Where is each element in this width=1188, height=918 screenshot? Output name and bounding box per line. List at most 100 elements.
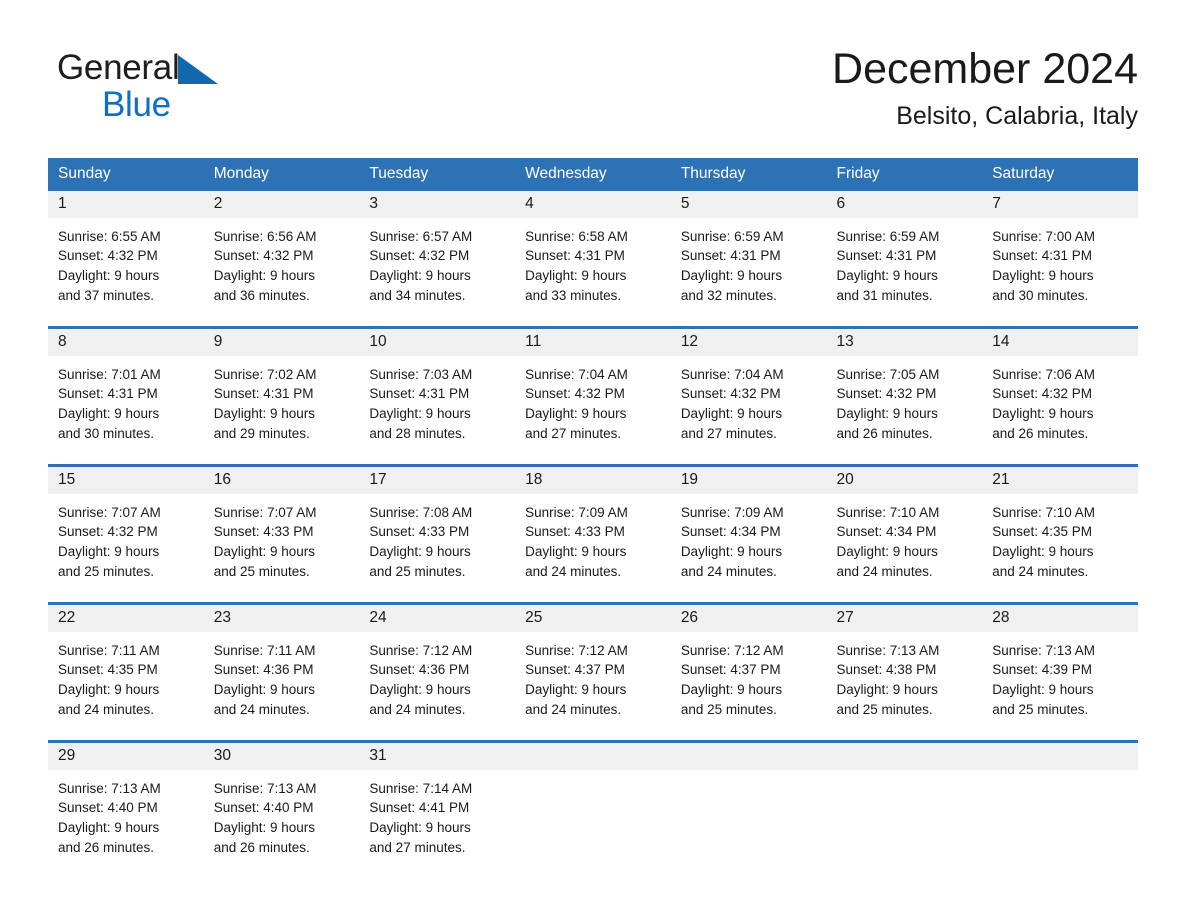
- calendar-day-cell[interactable]: 15 Sunrise: 7:07 AM Sunset: 4:32 PM Dayligh…: [48, 463, 204, 603]
- calendar-day-cell[interactable]: 8 Sunrise: 7:01 AM Sunset: 4:31 PM Daylight…: [48, 325, 204, 465]
- daylight-text-line1: Daylight: 9 hours: [58, 544, 160, 560]
- sunset-text: Sunset: 4:32 PM: [992, 386, 1093, 402]
- sunrise-text: Sunrise: 7:10 AM: [992, 504, 1096, 520]
- calendar-header: Sunday Monday Tuesday Wednesday Thursday…: [48, 158, 1138, 191]
- day-details: Sunrise: 6:57 AM Sunset: 4:32 PM Daylight:…: [359, 218, 515, 306]
- day-number: 12: [670, 328, 827, 356]
- general-blue-logo: General Blue: [57, 50, 219, 122]
- daylight-text-line2: and 25 minutes.: [992, 701, 1089, 717]
- calendar-day-cell[interactable]: 19 Sunrise: 7:09 AM Sunset: 4:34 PM Dayligh…: [670, 463, 827, 603]
- sunset-text: Sunset: 4:37 PM: [525, 662, 625, 678]
- day-details: Sunrise: 7:13 AM Sunset: 4:40 PM Daylight:…: [48, 770, 204, 858]
- calendar-day-cell[interactable]: 29 Sunrise: 7:13 AM Sunset: 4:40 PM Dayligh…: [48, 739, 204, 878]
- day-number: 8: [48, 328, 204, 356]
- daylight-text-line2: and 24 minutes.: [369, 701, 466, 717]
- calendar-day-cell[interactable]: 4 Sunrise: 6:58 AM Sunset: 4:31 PM Daylight…: [515, 190, 671, 328]
- calendar-day-cell[interactable]: 11 Sunrise: 7:04 AM Sunset: 4:32 PM Dayligh…: [515, 325, 671, 465]
- calendar-day-cell-empty: [670, 739, 827, 878]
- daylight-text-line1: Daylight: 9 hours: [680, 268, 783, 284]
- daylight-text-line2: and 24 minutes.: [58, 701, 155, 717]
- calendar-week-row: 8 Sunrise: 7:01 AM Sunset: 4:31 PM Daylight…: [48, 325, 1138, 465]
- daylight-text-line2: and 34 minutes.: [369, 287, 466, 303]
- day-number: 19: [670, 466, 827, 494]
- page-title: December 2024: [832, 45, 1138, 93]
- sunset-text: Sunset: 4:32 PM: [680, 386, 781, 402]
- daylight-text-line2: and 26 minutes.: [836, 425, 933, 441]
- day-number: 23: [203, 604, 360, 632]
- calendar-day-cell[interactable]: 28 Sunrise: 7:13 AM Sunset: 4:39 PM Dayligh…: [982, 601, 1138, 741]
- day-details: [982, 770, 1138, 779]
- sunrise-text: Sunrise: 7:12 AM: [525, 642, 628, 658]
- calendar-day-cell[interactable]: 24 Sunrise: 7:12 AM Sunset: 4:36 PM Dayligh…: [359, 601, 516, 741]
- day-details: Sunrise: 7:07 AM Sunset: 4:33 PM Daylight:…: [204, 494, 360, 582]
- day-details: Sunrise: 7:01 AM Sunset: 4:31 PM Daylight:…: [48, 356, 204, 444]
- daylight-text-line2: and 31 minutes.: [836, 287, 933, 303]
- calendar-day-cell[interactable]: 12 Sunrise: 7:04 AM Sunset: 4:32 PM Dayligh…: [670, 325, 827, 465]
- calendar-day-cell[interactable]: 17 Sunrise: 7:08 AM Sunset: 4:33 PM Dayligh…: [359, 463, 516, 603]
- calendar-day-cell[interactable]: 18 Sunrise: 7:09 AM Sunset: 4:33 PM Dayligh…: [515, 463, 671, 603]
- day-details: Sunrise: 7:10 AM Sunset: 4:34 PM Daylight:…: [827, 494, 983, 582]
- daylight-text-line1: Daylight: 9 hours: [369, 406, 471, 422]
- calendar-day-cell[interactable]: 7 Sunrise: 7:00 AM Sunset: 4:31 PM Daylight…: [982, 190, 1138, 328]
- day-number: [515, 742, 671, 770]
- daylight-text-line2: and 25 minutes.: [836, 701, 933, 717]
- daylight-text-line1: Daylight: 9 hours: [369, 268, 471, 284]
- day-number: 26: [670, 604, 827, 632]
- day-number: 4: [515, 190, 671, 218]
- calendar-day-cell[interactable]: 2 Sunrise: 6:56 AM Sunset: 4:32 PM Daylight…: [203, 190, 360, 328]
- calendar-day-cell-empty: [982, 739, 1138, 878]
- day-details: Sunrise: 6:56 AM Sunset: 4:32 PM Daylight:…: [204, 218, 360, 306]
- daylight-text-line2: and 25 minutes.: [680, 701, 777, 717]
- calendar-day-cell[interactable]: 22 Sunrise: 7:11 AM Sunset: 4:35 PM Dayligh…: [48, 601, 204, 741]
- sunset-text: Sunset: 4:39 PM: [992, 662, 1093, 678]
- daylight-text-line2: and 24 minutes.: [836, 563, 933, 579]
- daylight-text-line2: and 24 minutes.: [525, 701, 622, 717]
- daylight-text-line2: and 24 minutes.: [213, 701, 310, 717]
- calendar-day-cell[interactable]: 3 Sunrise: 6:57 AM Sunset: 4:32 PM Daylight…: [359, 190, 516, 328]
- day-details: [671, 770, 827, 779]
- day-number: 3: [359, 190, 516, 218]
- calendar-day-cell[interactable]: 9 Sunrise: 7:02 AM Sunset: 4:31 PM Daylight…: [203, 325, 360, 465]
- weekday-header-sunday: Sunday: [48, 158, 204, 191]
- day-details: Sunrise: 6:59 AM Sunset: 4:31 PM Daylight:…: [671, 218, 827, 306]
- calendar-day-cell[interactable]: 23 Sunrise: 7:11 AM Sunset: 4:36 PM Dayligh…: [203, 601, 360, 741]
- sunrise-text: Sunrise: 7:03 AM: [369, 366, 473, 382]
- day-details: Sunrise: 7:00 AM Sunset: 4:31 PM Daylight:…: [982, 218, 1138, 306]
- calendar-day-cell[interactable]: 25 Sunrise: 7:12 AM Sunset: 4:37 PM Dayligh…: [515, 601, 671, 741]
- sunrise-text: Sunrise: 7:05 AM: [836, 366, 940, 382]
- calendar-day-cell[interactable]: 31 Sunrise: 7:14 AM Sunset: 4:41 PM Dayligh…: [359, 739, 516, 878]
- sunset-text: Sunset: 4:32 PM: [58, 524, 158, 540]
- calendar-day-cell[interactable]: 1 Sunrise: 6:55 AM Sunset: 4:32 PM Daylight…: [48, 190, 204, 328]
- calendar-day-cell[interactable]: 27 Sunrise: 7:13 AM Sunset: 4:38 PM Dayligh…: [826, 601, 983, 741]
- calendar-day-cell[interactable]: 13 Sunrise: 7:05 AM Sunset: 4:32 PM Dayligh…: [826, 325, 983, 465]
- day-details: Sunrise: 7:04 AM Sunset: 4:32 PM Daylight:…: [671, 356, 827, 444]
- calendar-day-cell[interactable]: 30 Sunrise: 7:13 AM Sunset: 4:40 PM Dayligh…: [203, 739, 360, 878]
- sunset-text: Sunset: 4:38 PM: [836, 662, 937, 678]
- title-block: December 2024 Belsito, Calabria, Italy: [832, 48, 1138, 129]
- day-details: Sunrise: 7:07 AM Sunset: 4:32 PM Daylight:…: [48, 494, 204, 582]
- day-details: Sunrise: 6:59 AM Sunset: 4:31 PM Daylight:…: [827, 218, 983, 306]
- weekday-header-row: Sunday Monday Tuesday Wednesday Thursday…: [48, 158, 1138, 191]
- daylight-text-line1: Daylight: 9 hours: [836, 406, 938, 422]
- calendar-day-cell[interactable]: 6 Sunrise: 6:59 AM Sunset: 4:31 PM Daylight…: [826, 190, 983, 328]
- calendar-day-cell-empty: [826, 739, 983, 878]
- day-number: 17: [359, 466, 516, 494]
- calendar-day-cell[interactable]: 20 Sunrise: 7:10 AM Sunset: 4:34 PM Dayligh…: [826, 463, 983, 603]
- calendar-day-cell[interactable]: 26 Sunrise: 7:12 AM Sunset: 4:37 PM Dayligh…: [670, 601, 827, 741]
- day-number: 9: [203, 328, 360, 356]
- day-number: [670, 742, 827, 770]
- weekday-header-friday: Friday: [826, 158, 983, 191]
- sunset-text: Sunset: 4:31 PM: [836, 248, 937, 264]
- daylight-text-line2: and 24 minutes.: [525, 563, 622, 579]
- calendar-week-row: 1 Sunrise: 6:55 AM Sunset: 4:32 PM Daylight…: [48, 190, 1138, 328]
- sunrise-text: Sunrise: 7:12 AM: [369, 642, 473, 658]
- day-number: 30: [203, 742, 360, 770]
- day-number: 7: [982, 190, 1138, 218]
- location-subtitle: Belsito, Calabria, Italy: [896, 102, 1138, 130]
- calendar-day-cell[interactable]: 5 Sunrise: 6:59 AM Sunset: 4:31 PM Daylight…: [670, 190, 827, 328]
- calendar-day-cell[interactable]: 10 Sunrise: 7:03 AM Sunset: 4:31 PM Dayligh…: [359, 325, 516, 465]
- calendar-day-cell[interactable]: 14 Sunrise: 7:06 AM Sunset: 4:32 PM Dayligh…: [982, 325, 1138, 465]
- calendar-day-cell[interactable]: 16 Sunrise: 7:07 AM Sunset: 4:33 PM Dayligh…: [203, 463, 360, 603]
- sunset-text: Sunset: 4:33 PM: [213, 524, 314, 540]
- calendar-day-cell[interactable]: 21 Sunrise: 7:10 AM Sunset: 4:35 PM Dayligh…: [982, 463, 1138, 603]
